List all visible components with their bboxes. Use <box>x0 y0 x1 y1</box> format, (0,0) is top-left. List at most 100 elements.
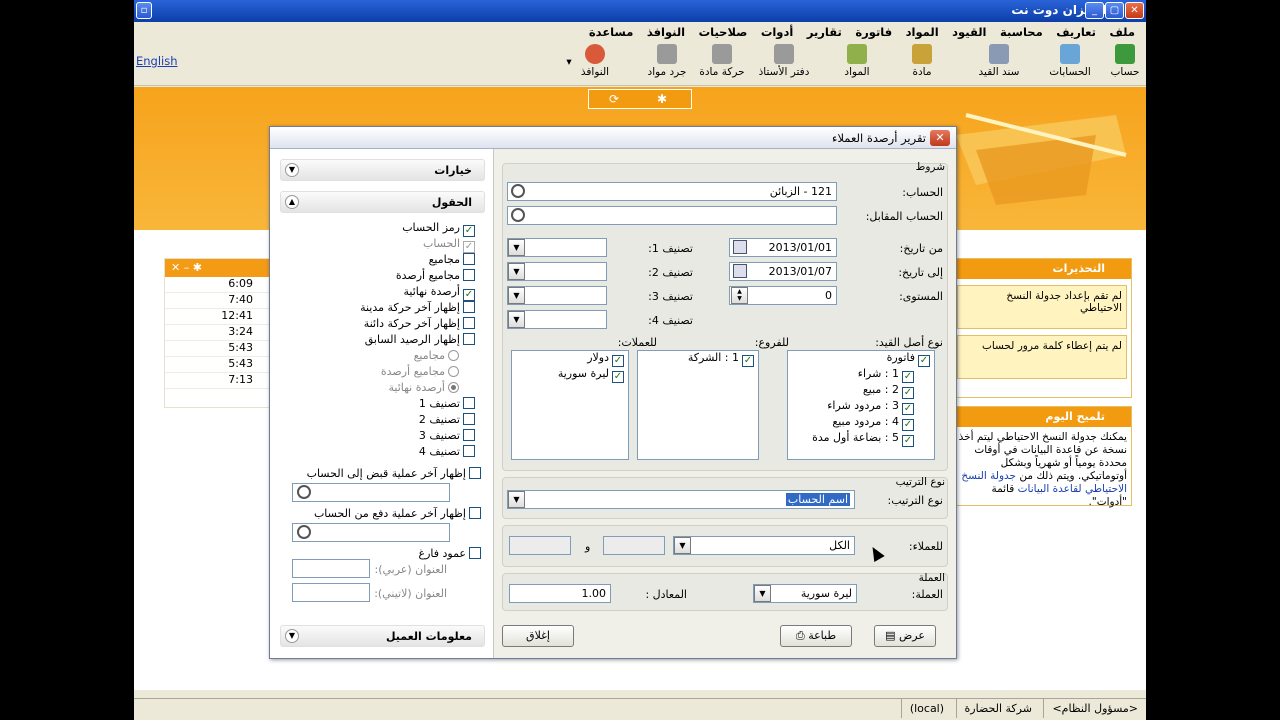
expand-icon[interactable]: ▼ <box>285 629 299 643</box>
sort-select[interactable]: اسم الحساب <box>507 490 855 509</box>
close-icon[interactable]: ✕ <box>171 261 180 274</box>
tree-item[interactable]: ✓4 : مردود مبيع <box>788 415 934 431</box>
tb-ledger-button[interactable]: دفتر الأستاذ <box>750 44 818 78</box>
sort-group-title: نوع الترتيب <box>895 476 945 488</box>
menu-accounting[interactable]: محاسبة <box>995 22 1048 42</box>
menu-reports[interactable]: تقارير <box>802 22 847 42</box>
tb-material-button[interactable]: مادة <box>902 44 942 78</box>
dropdown-icon[interactable]: ▼ <box>508 491 525 508</box>
refresh-icon[interactable]: ⟳ <box>609 92 619 106</box>
customer-info-section-header[interactable]: معلومات العميل ▼ <box>280 625 485 647</box>
gear-icon[interactable]: ✱ <box>657 92 667 106</box>
tb-account-button[interactable]: حساب <box>1106 44 1144 78</box>
radio-totals: مجاميع <box>414 349 459 364</box>
restore-doc-button[interactable]: ▫ <box>136 2 152 19</box>
menu-permissions[interactable]: صلاحيات <box>694 22 753 42</box>
search-icon[interactable] <box>511 208 525 222</box>
address-lat-label: العنوان (لاتيني): <box>374 587 447 600</box>
expand-icon[interactable]: ▼ <box>285 163 299 177</box>
last-payment-search[interactable] <box>292 523 450 542</box>
tree-item[interactable]: ✓2 : مبيع <box>788 383 934 399</box>
fields-section-header[interactable]: الحقول ▲ <box>280 191 485 213</box>
close-button[interactable]: إغلاق <box>502 625 574 647</box>
journal-voucher-icon <box>989 44 1009 64</box>
alert-item[interactable]: لم يتم إعطاء كلمة مرور لحساب <box>957 335 1127 379</box>
tree-item[interactable]: ✓فاتورة <box>788 351 934 367</box>
menu-materials[interactable]: المواد <box>901 22 944 42</box>
last-receipt-search[interactable] <box>292 483 450 502</box>
class-check-1[interactable]: تصنيف 1 <box>419 397 475 412</box>
currencies-list[interactable]: ✓دولار ✓ليرة سورية <box>511 350 629 460</box>
address-ar-input[interactable] <box>292 559 370 578</box>
stepper-arrows-icon[interactable]: ▲ ▼ <box>731 287 748 304</box>
calendar-icon[interactable] <box>733 240 747 254</box>
maximize-window-button[interactable]: ▢ <box>1105 2 1124 19</box>
alert-item[interactable]: لم تقم بإعداد جدولة النسخ الاحتياطي <box>957 285 1127 329</box>
account-input[interactable]: 121 - الزبائن <box>507 182 837 201</box>
field-check-balance-totals[interactable]: مجاميع أرصدة <box>396 269 475 284</box>
branches-list[interactable]: ✓1 : الشركة <box>637 350 759 460</box>
dropdown-icon[interactable]: ▼ <box>508 311 525 328</box>
inventory-icon <box>657 44 677 64</box>
settings-icon[interactable]: ✱ <box>193 261 202 274</box>
last-payment-check[interactable]: إظهار آخر عملية دفع من الحساب <box>314 507 481 522</box>
currency-item[interactable]: ✓دولار <box>512 351 628 367</box>
field-check-account: ✓الحساب <box>422 237 475 253</box>
tb-windows-button[interactable]: النوافذ <box>572 44 618 78</box>
field-check-previous-balance[interactable]: إظهار الرصيد السابق <box>365 333 475 348</box>
english-link[interactable]: English <box>136 54 178 68</box>
field-check-last-credit[interactable]: إظهار آخر حركة دائنة <box>364 317 475 332</box>
tb-material-movement-button[interactable]: حركة مادة <box>694 44 750 78</box>
tree-item[interactable]: ✓3 : مردود شراء <box>788 399 934 415</box>
calendar-icon[interactable] <box>733 264 747 278</box>
close-window-button[interactable]: ✕ <box>1125 2 1144 19</box>
counter-account-input[interactable] <box>507 206 837 225</box>
minimize-icon[interactable]: – <box>184 261 190 274</box>
branch-item[interactable]: ✓1 : الشركة <box>638 351 758 367</box>
menu-windows[interactable]: النوافذ <box>642 22 690 42</box>
field-check-last-debit[interactable]: إظهار آخر حركة مدينة <box>360 301 475 316</box>
menu-file[interactable]: ملف <box>1104 22 1140 42</box>
menu-help[interactable]: مساعدة <box>584 22 638 42</box>
customers-select[interactable]: الكل <box>673 536 855 555</box>
dropdown-icon[interactable]: ▼ <box>754 585 771 602</box>
toolbar-overflow-icon[interactable]: ▾ <box>564 56 574 68</box>
field-check-totals[interactable]: مجاميع <box>429 253 475 268</box>
tb-materials-button[interactable]: المواد <box>832 44 882 78</box>
menu-tools[interactable]: أدوات <box>756 22 799 42</box>
dropdown-icon[interactable]: ▼ <box>508 287 525 304</box>
dialog-close-button[interactable]: ✕ <box>930 130 950 146</box>
last-receipt-check[interactable]: إظهار آخر عملية قبض إلى الحساب <box>307 467 481 482</box>
tb-inventory-button[interactable]: جرد مواد <box>642 44 692 78</box>
field-check-final-balances[interactable]: ✓أرصدة نهائية <box>403 285 475 301</box>
status-server: (local) <box>900 699 952 718</box>
print-button[interactable]: ⎙ طباعة <box>780 625 852 647</box>
dropdown-icon[interactable]: ▼ <box>674 537 691 554</box>
tb-journal-button[interactable]: سند القيد <box>970 44 1028 78</box>
search-icon[interactable] <box>511 184 525 198</box>
rate-input[interactable]: 1.00 <box>509 584 611 603</box>
show-button[interactable]: ▤ عرض <box>874 625 936 647</box>
tree-item[interactable]: ✓5 : بضاعة أول مدة <box>788 431 934 447</box>
entry-origin-tree[interactable]: ✓فاتورة ✓1 : شراء ✓2 : مبيع ✓3 : مردود ش… <box>787 350 935 460</box>
options-section-header[interactable]: خيارات ▼ <box>280 159 485 181</box>
menu-invoice[interactable]: فاتورة <box>850 22 897 42</box>
class-check-3[interactable]: تصنيف 3 <box>419 429 475 444</box>
field-check-account-code[interactable]: ✓رمز الحساب <box>402 221 475 237</box>
tree-item[interactable]: ✓1 : شراء <box>788 367 934 383</box>
customers-label: للعملاء: <box>908 540 943 553</box>
address-lat-input[interactable] <box>292 583 370 602</box>
times-panel-header: ✕ – ✱ <box>165 259 269 277</box>
dropdown-icon[interactable]: ▼ <box>508 263 525 280</box>
class-check-2[interactable]: تصنيف 2 <box>419 413 475 428</box>
class-check-4[interactable]: تصنيف 4 <box>419 445 475 460</box>
menu-entries[interactable]: القيود <box>947 22 991 42</box>
empty-column-check[interactable]: عمود فارغ <box>419 547 481 562</box>
dropdown-icon[interactable]: ▼ <box>508 239 525 256</box>
branches-label: للفروع: <box>754 336 789 349</box>
currency-item[interactable]: ✓ليرة سورية <box>512 367 628 383</box>
collapse-icon[interactable]: ▲ <box>285 195 299 209</box>
tb-accounts-button[interactable]: الحسابات <box>1044 44 1096 78</box>
minimize-window-button[interactable]: _ <box>1085 2 1104 19</box>
menu-definitions[interactable]: تعاريف <box>1051 22 1101 42</box>
